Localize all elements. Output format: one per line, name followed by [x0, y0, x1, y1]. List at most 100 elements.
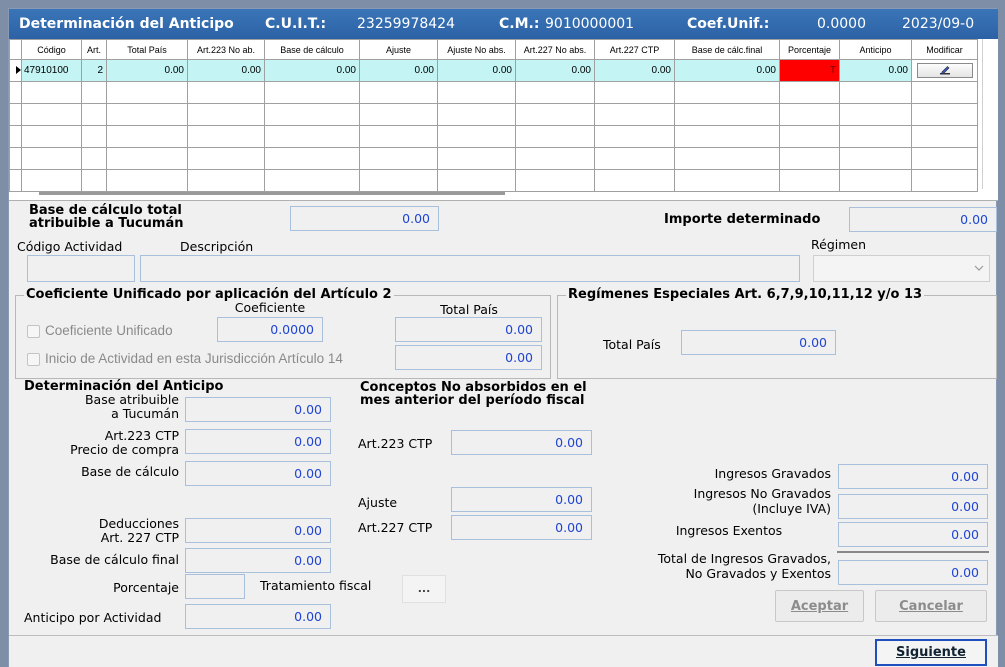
- table-row[interactable]: [9, 81, 978, 104]
- conceptos-title: Conceptos No absorbidos en el mes anteri…: [360, 381, 587, 407]
- base-atribuible-label: Base atribuible a Tucumán: [49, 393, 179, 421]
- total-ingresos-l1: Total de Ingresos Gravados,: [657, 551, 831, 566]
- cell-base-final[interactable]: 0.00: [674, 59, 780, 82]
- coef-total-pais-field[interactable]: 0.00: [395, 317, 542, 342]
- col-header[interactable]: Art.: [81, 39, 107, 60]
- importe-field[interactable]: 0.00: [849, 207, 997, 232]
- cell-art227-ctp[interactable]: 0.00: [594, 59, 675, 82]
- cuit-value: 23259978424: [357, 16, 455, 32]
- cm-value: 9010000001: [545, 16, 635, 32]
- cuit-label: C.U.I.T.:: [265, 16, 327, 32]
- conceptos-art223-field[interactable]: 0.00: [451, 430, 592, 455]
- table-row[interactable]: [9, 169, 978, 192]
- table-row[interactable]: [9, 125, 978, 148]
- main-window: Determinación del Anticipo C.U.I.T.: 232…: [8, 8, 998, 667]
- deducciones-field[interactable]: 0.00: [185, 518, 331, 543]
- ingresos-no-gravados-field[interactable]: 0.00: [838, 494, 988, 519]
- deducciones-l1: Deducciones: [98, 516, 179, 531]
- ingresos-gravados-label: Ingresos Gravados: [714, 466, 831, 481]
- col-header[interactable]: Base de cálc.final: [674, 39, 780, 60]
- art223-precio-l1: Art.223 CTP: [104, 428, 179, 443]
- base-total-label-l2: atribuible a Tucumán: [29, 216, 184, 231]
- col-header[interactable]: Porcentaje: [779, 39, 840, 60]
- cell-total-pais[interactable]: 0.00: [106, 59, 188, 82]
- base-calculo-field[interactable]: 0.00: [185, 461, 331, 486]
- ingresos-no-gravados-l2: (Incluye IVA): [752, 501, 831, 516]
- cell-ajuste-no-abs[interactable]: 0.00: [437, 59, 516, 82]
- activities-grid: Código Art. Total País Art.223 No ab. Ba…: [9, 39, 998, 201]
- edit-pencil-icon: [939, 66, 950, 75]
- cell-codigo[interactable]: 47910100: [21, 59, 82, 82]
- col-header[interactable]: Anticipo: [839, 39, 912, 60]
- col-header[interactable]: Art.223 No ab.: [187, 39, 265, 60]
- col-header[interactable]: Modificar: [911, 39, 978, 60]
- regimenes-total-field[interactable]: 0.00: [681, 330, 836, 355]
- grid-vertical-area: [982, 39, 998, 189]
- tratamiento-button[interactable]: ...: [402, 575, 446, 603]
- cell-art223[interactable]: 0.00: [187, 59, 265, 82]
- base-total-label: Base de cálculo total atribuible a Tucum…: [29, 204, 184, 230]
- cell-art[interactable]: 2: [81, 59, 107, 82]
- inicio-total-pais-field[interactable]: 0.00: [395, 345, 542, 370]
- tratamiento-label: Tratamiento fiscal: [260, 578, 372, 593]
- regimen-label: Régimen: [811, 237, 867, 252]
- col-header[interactable]: Art.227 CTP: [594, 39, 675, 60]
- deducciones-l2: Art. 227 CTP: [100, 530, 179, 545]
- total-ingresos-field[interactable]: 0.00: [838, 560, 988, 585]
- siguiente-button[interactable]: Siguiente: [875, 639, 987, 666]
- cell-porcentaje[interactable]: T: [779, 59, 840, 82]
- inicio-actividad-checkbox[interactable]: [27, 353, 40, 366]
- activities-table: Código Art. Total País Art.223 No ab. Ba…: [9, 39, 978, 192]
- cancelar-button[interactable]: Cancelar: [875, 590, 987, 622]
- row-pointer-icon: [9, 59, 22, 82]
- modify-button[interactable]: [916, 63, 973, 78]
- porcentaje-field[interactable]: [185, 574, 245, 599]
- conceptos-art227-field[interactable]: 0.00: [451, 515, 592, 540]
- base-final-field[interactable]: 0.00: [185, 548, 331, 573]
- codigo-actividad-field[interactable]: [27, 255, 135, 282]
- coef-value: 0.0000: [817, 16, 866, 32]
- table-row[interactable]: 47910100 2 0.00 0.00 0.00 0.00 0.00 0.00…: [9, 59, 978, 82]
- base-atribuible-field[interactable]: 0.00: [185, 397, 331, 422]
- col-header[interactable]: Código: [21, 39, 82, 60]
- coef-unificado-field[interactable]: 0.0000: [217, 317, 323, 342]
- coef-col-header: Coeficiente: [234, 300, 306, 315]
- regimenes-total-label: Total País: [603, 337, 661, 352]
- cell-art227-no-abs[interactable]: 0.00: [515, 59, 595, 82]
- anticipo-actividad-field[interactable]: 0.00: [185, 604, 331, 629]
- inicio-actividad-label: Inicio de Actividad en esta Jurisdicción…: [45, 351, 343, 366]
- col-header[interactable]: Total País: [106, 39, 188, 60]
- base-total-field[interactable]: 0.00: [290, 206, 439, 231]
- cell-anticipo[interactable]: 0.00: [839, 59, 912, 82]
- footer-bar: Siguiente: [9, 635, 998, 667]
- aceptar-button[interactable]: Aceptar: [775, 590, 864, 622]
- col-header[interactable]: Ajuste No abs.: [437, 39, 516, 60]
- ingresos-gravados-field[interactable]: 0.00: [838, 464, 988, 489]
- grid-horizontal-scrollbar[interactable]: [39, 192, 505, 195]
- coef-unificado-checkbox[interactable]: [27, 325, 40, 338]
- col-header[interactable]: Art.227 No abs.: [515, 39, 595, 60]
- cell-ajuste[interactable]: 0.00: [359, 59, 438, 82]
- regimen-select[interactable]: [813, 255, 990, 282]
- cell-base-calculo[interactable]: 0.00: [264, 59, 360, 82]
- ingresos-exentos-field[interactable]: 0.00: [838, 522, 988, 547]
- col-header[interactable]: Base de cálculo: [264, 39, 360, 60]
- anticipo-actividad-label: Anticipo por Actividad: [24, 610, 162, 625]
- conceptos-ajuste-field[interactable]: 0.00: [451, 487, 592, 512]
- base-atribuible-l2: a Tucumán: [111, 406, 179, 421]
- grid-header-row: Código Art. Total País Art.223 No ab. Ba…: [9, 39, 978, 60]
- ingresos-exentos-label: Ingresos Exentos: [675, 523, 783, 538]
- descripcion-field[interactable]: [140, 255, 800, 282]
- codigo-actividad-label: Código Actividad: [17, 239, 123, 254]
- regimenes-group-title: Regímenes Especiales Art. 6,7,9,10,11,12…: [566, 287, 925, 302]
- total-ingresos-l2: No Gravados y Exentos: [685, 566, 831, 581]
- table-row[interactable]: [9, 147, 978, 170]
- table-row[interactable]: [9, 103, 978, 126]
- porcentaje-label: Porcentaje: [113, 580, 179, 595]
- importe-label: Importe determinado: [664, 212, 821, 227]
- conceptos-title-l2: mes anterior del período fiscal: [360, 393, 585, 408]
- art223-precio-field[interactable]: 0.00: [185, 429, 331, 454]
- col-header[interactable]: Ajuste: [359, 39, 438, 60]
- cell-modificar: [911, 59, 978, 82]
- coef-group-title: Coeficiente Unificado por aplicación del…: [24, 287, 394, 302]
